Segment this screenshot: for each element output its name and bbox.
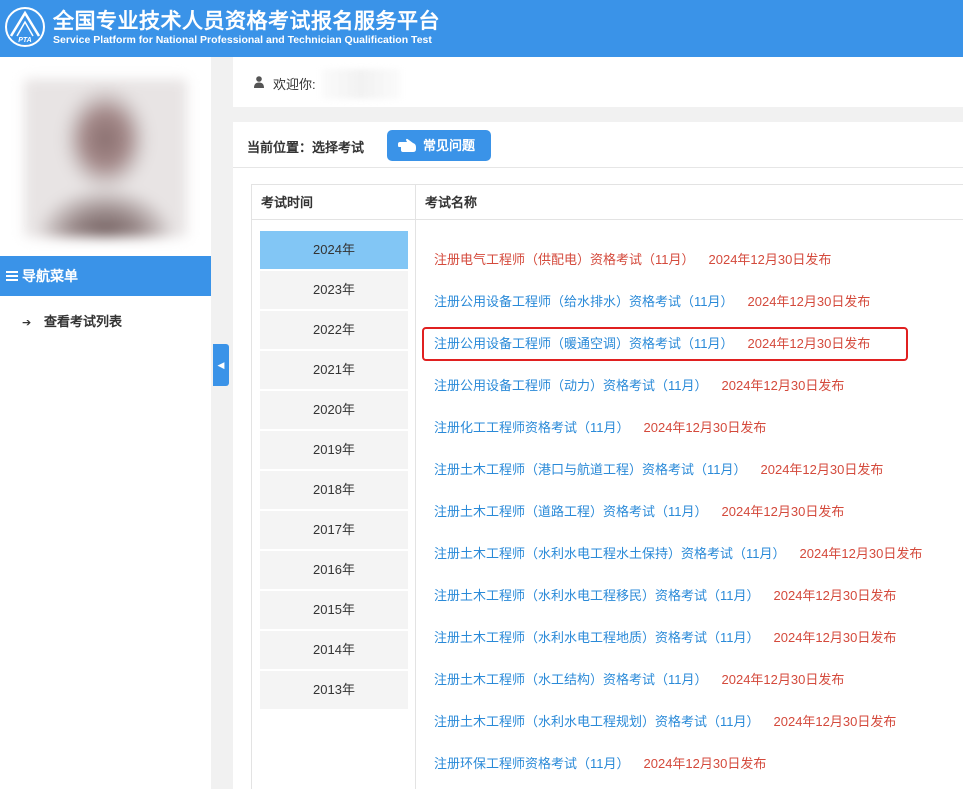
faq-button-label: 常见问题 <box>423 138 476 153</box>
exam-publish-date: 2024年12月30日发布 <box>773 588 897 603</box>
exam-name-link[interactable]: 注册公用设备工程师（动力）资格考试（11月） <box>434 378 708 393</box>
year-item[interactable]: 2016年 <box>260 551 408 589</box>
triangle-left-icon: ◀ <box>217 360 225 370</box>
exam-publish-date: 2024年12月30日发布 <box>773 714 897 729</box>
sidebar: 导航菜单 ➔ 查看考试列表 <box>0 57 211 789</box>
logo-text: PTA <box>18 37 31 44</box>
exam-publish-date: 2024年12月30日发布 <box>721 504 845 519</box>
sidebar-item-exam-list[interactable]: ➔ 查看考试列表 <box>22 311 122 330</box>
exam-publish-date: 2024年12月30日发布 <box>747 294 871 309</box>
breadcrumb: 当前位置：选择考试 <box>247 140 365 155</box>
year-list: 2024年 2023年 2022年 2021年 2020年 2019年 2018年 2017年… <box>260 231 408 711</box>
exam-publish-date: 2024年12月30日发布 <box>773 630 897 645</box>
pta-logo-icon: PTA <box>5 7 45 47</box>
exam-row[interactable]: 注册土木工程师（水利水电工程移民）资格考试（11月） 2024年12月30日发布 <box>434 587 922 629</box>
exam-row[interactable]: 注册土木工程师（水利水电工程规划）资格考试（11月） 2024年12月30日发布 <box>434 713 922 755</box>
menu-icon <box>6 271 18 282</box>
year-column-header: 考试时间 <box>252 185 415 220</box>
year-column: 考试时间 2024年 2023年 2022年 2021年 2020年 2019年 2018年… <box>251 184 416 789</box>
exam-name-link[interactable]: 注册土木工程师（道路工程）资格考试（11月） <box>434 504 708 519</box>
pointing-hand-icon <box>398 138 416 152</box>
faq-button[interactable]: 常见问题 <box>387 130 491 161</box>
platform-title: 全国专业技术人员资格考试报名服务平台 <box>53 10 440 33</box>
exam-name-link[interactable]: 注册化工工程师资格考试（11月） <box>434 420 630 435</box>
exam-row[interactable]: 注册公用设备工程师（动力）资格考试（11月） 2024年12月30日发布 <box>434 377 922 419</box>
year-item[interactable]: 2024年 <box>260 231 408 269</box>
divider <box>233 167 963 168</box>
exam-row[interactable]: 注册土木工程师（水利水电工程地质）资格考试（11月） 2024年12月30日发布 <box>434 629 922 671</box>
exam-row[interactable]: 注册土木工程师（水工结构）资格考试（11月） 2024年12月30日发布 <box>434 671 922 713</box>
year-item[interactable]: 2014年 <box>260 631 408 669</box>
nav-menu-title: 导航菜单 <box>22 268 78 284</box>
top-header: PTA 全国专业技术人员资格考试报名服务平台 Service Platform … <box>0 0 963 57</box>
exam-column: 考试名称 注册电气工程师（供配电）资格考试（11月） 2024年12月30日发布注… <box>416 184 963 789</box>
year-item[interactable]: 2018年 <box>260 471 408 509</box>
user-name-redacted <box>321 69 401 99</box>
sign-in-arrow-icon: ➔ <box>22 317 32 329</box>
year-item[interactable]: 2020年 <box>260 391 408 429</box>
main-panel: 当前位置：选择考试 常见问题 考试时间 2024年 2023年 2022年 2021年… <box>233 122 963 789</box>
sidebar-collapse-button[interactable]: ◀ <box>213 344 229 386</box>
nav-menu-header[interactable]: 导航菜单 <box>0 256 211 296</box>
exam-row[interactable]: 注册土木工程师（港口与航道工程）资格考试（11月） 2024年12月30日发布 <box>434 461 922 503</box>
exam-publish-date: 2024年12月30日发布 <box>799 546 923 561</box>
user-icon <box>254 76 264 88</box>
sidebar-item-label: 查看考试列表 <box>44 314 123 329</box>
exam-publish-date: 2024年12月30日发布 <box>721 378 845 393</box>
exam-name-link[interactable]: 注册土木工程师（水利水电工程移民）资格考试（11月） <box>434 588 760 603</box>
exam-publish-date: 2024年12月30日发布 <box>721 672 845 687</box>
year-item[interactable]: 2022年 <box>260 311 408 349</box>
exam-name-link[interactable]: 注册电气工程师（供配电）资格考试（11月） <box>434 252 695 267</box>
exam-publish-date: 2024年12月30日发布 <box>643 420 767 435</box>
year-item[interactable]: 2021年 <box>260 351 408 389</box>
exam-column-header: 考试名称 <box>416 185 963 220</box>
exam-name-link[interactable]: 注册土木工程师（水利水电工程水土保持）资格考试（11月） <box>434 546 786 561</box>
exam-publish-date: 2024年12月30日发布 <box>708 252 832 267</box>
welcome-label: 欢迎你: <box>273 77 316 92</box>
year-item[interactable]: 2023年 <box>260 271 408 309</box>
exam-name-link[interactable]: 注册环保工程师资格考试（11月） <box>434 756 630 771</box>
exam-name-link[interactable]: 注册土木工程师（港口与航道工程）资格考试（11月） <box>434 462 747 477</box>
exam-publish-date: 2024年12月30日发布 <box>760 462 884 477</box>
exam-row[interactable]: 注册土木工程师（道路工程）资格考试（11月） 2024年12月30日发布 <box>434 503 922 545</box>
exam-row[interactable]: 注册电气工程师（供配电）资格考试（11月） 2024年12月30日发布 <box>434 251 922 293</box>
exam-publish-date: 2024年12月30日发布 <box>643 756 767 771</box>
year-item[interactable]: 2015年 <box>260 591 408 629</box>
year-item[interactable]: 2013年 <box>260 671 408 709</box>
exam-name-link[interactable]: 注册土木工程师（水利水电工程地质）资格考试（11月） <box>434 630 760 645</box>
welcome-bar: 欢迎你: <box>233 57 963 107</box>
exam-name-link[interactable]: 注册土木工程师（水工结构）资格考试（11月） <box>434 672 708 687</box>
exam-name-link[interactable]: 注册土木工程师（水利水电工程规划）资格考试（11月） <box>434 714 760 729</box>
exam-row[interactable]: 注册环保工程师资格考试（11月） 2024年12月30日发布 <box>434 755 922 789</box>
exam-row[interactable]: 注册化工工程师资格考试（11月） 2024年12月30日发布 <box>434 419 922 461</box>
avatar <box>24 79 187 237</box>
year-item[interactable]: 2019年 <box>260 431 408 469</box>
platform-subtitle: Service Platform for National Profession… <box>53 34 432 46</box>
exam-row[interactable]: 注册土木工程师（水利水电工程水土保持）资格考试（11月） 2024年12月30日发… <box>434 545 922 587</box>
year-item[interactable]: 2017年 <box>260 511 408 549</box>
exam-name-link[interactable]: 注册公用设备工程师（给水排水）资格考试（11月） <box>434 294 734 309</box>
highlight-box <box>422 327 908 361</box>
